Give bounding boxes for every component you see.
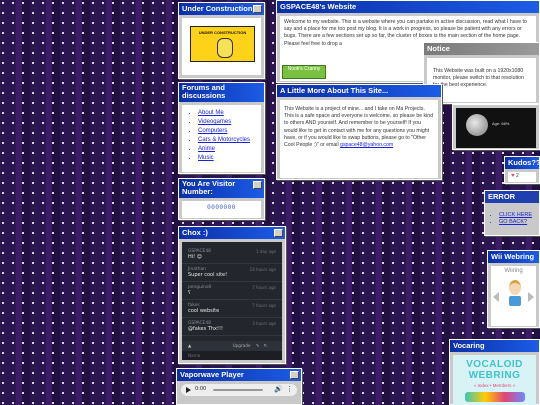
wii-webring-window: Wii Webring Wiiring	[487, 250, 540, 328]
visitor-panel: 0000000	[182, 201, 261, 218]
message-text: ʕ	[188, 290, 191, 296]
forum-link[interactable]: Computers	[198, 127, 257, 136]
close-icon[interactable]	[274, 228, 283, 237]
forum-link[interactable]: Videogames	[198, 118, 257, 127]
window-title: Forums and discussions	[179, 83, 264, 102]
about-window: A Little More About This Site... This We…	[276, 84, 442, 180]
window-title: GSPACE48's Website	[277, 1, 539, 13]
chat-toolbar: ▲ Upgrade ✎ ⇱	[182, 341, 282, 351]
vocaring-window: Vocaring VOCALOID WEBRING « Index • Memb…	[449, 339, 540, 405]
chat-message: 7 hours ago fakes cool website	[182, 300, 282, 318]
vocaring-nav[interactable]: « Index • Members »	[455, 382, 534, 389]
chat-message: 18 hours ago Jinathan Super cool site!	[182, 264, 282, 282]
mii-avatar	[508, 280, 522, 306]
kudos-window: Kudos?? ♥ 2	[504, 156, 540, 184]
more-options-icon[interactable]: ⋮	[286, 385, 293, 393]
volume-icon[interactable]: 🔊	[274, 385, 283, 393]
kudos-panel: ♥ 2	[508, 172, 536, 182]
close-icon[interactable]	[253, 180, 262, 189]
message-time: 3 hours ago	[252, 321, 276, 326]
vaporwave-player-window: Vaporwave Player 0:00 🔊 ⋮	[176, 368, 302, 405]
forum-link[interactable]: Cars & Motorcycles	[198, 136, 257, 145]
window-title: Notice	[424, 43, 539, 55]
forums-panel: About MeVideogamesComputersCars & Motorc…	[182, 105, 261, 172]
next-arrow-icon[interactable]	[528, 292, 534, 302]
message-time: 1 day ago	[256, 249, 276, 254]
window-title: A Little More About This Site...	[277, 85, 441, 97]
chat-message: 3 hours ago GSPACE48 @fakes Thx!!!	[182, 318, 282, 336]
notice-panel: This Website was built on a 1920x1080 mo…	[427, 58, 536, 102]
chat-message: 1 day ago GSPACE48 Hi! 😊	[182, 246, 282, 264]
person-icon[interactable]: ▲	[188, 343, 191, 348]
message-text: cool website	[188, 308, 220, 314]
notice-text: This Website was built on a 1920x1080 mo…	[433, 68, 524, 89]
message-text: @fakes Thx!!!	[188, 326, 224, 332]
wii-header: Wiiring	[504, 268, 523, 274]
construction-sign-text: UNDER CONSTRUCTION	[198, 30, 247, 35]
forum-link[interactable]: Anime	[198, 145, 257, 154]
message-text: Super cool site!	[188, 272, 228, 278]
under-construction-window: Under Construction UNDER CONSTRUCTION	[178, 2, 265, 79]
window-title: Vocaring	[450, 340, 539, 352]
message-time: 7 hours ago	[252, 285, 276, 290]
moon-icon	[466, 114, 488, 136]
heart-icon[interactable]: ♥	[511, 173, 515, 179]
wii-panel: Wiiring	[491, 266, 536, 326]
chat-message-list: 1 day ago GSPACE48 Hi! 😊 18 hours ago Jinath…	[182, 242, 282, 336]
email-link[interactable]: gspace48@yahoo.com	[340, 142, 393, 148]
player-time: 0:00	[195, 386, 207, 392]
forum-link[interactable]: Music	[198, 154, 257, 163]
vocaloid-characters-image	[464, 392, 525, 403]
close-icon[interactable]	[253, 4, 262, 13]
chat-message: 7 hours ago penguino0 ʕ	[182, 282, 282, 300]
message-text: Hi! 😊	[188, 254, 202, 260]
construction-panel: UNDER CONSTRUCTION	[182, 18, 261, 75]
forum-link[interactable]: About Me	[198, 109, 257, 118]
window-title: Wii Webring	[488, 251, 539, 263]
window-title: Chox :)	[179, 227, 285, 239]
play-icon[interactable]	[186, 387, 191, 393]
construction-sign: UNDER CONSTRUCTION	[190, 26, 255, 62]
seek-bar[interactable]	[213, 389, 263, 391]
photo-panel: Age: 66%	[456, 108, 536, 148]
audio-player[interactable]: 0:00 🔊 ⋮	[181, 384, 297, 396]
message-time: 18 hours ago	[249, 267, 276, 272]
upgrade-link[interactable]: Upgrade	[233, 343, 251, 348]
visitor-counter: 0000000	[207, 204, 236, 211]
window-title: You Are Visitor Number:	[179, 179, 264, 198]
window-title: Kudos??	[505, 157, 539, 169]
vocaring-banner: VOCALOID WEBRING	[466, 359, 523, 381]
construction-character-icon	[217, 38, 233, 58]
error-window: ERROR CLICK HERE GO BACK?	[484, 190, 540, 236]
kudos-count: 2	[516, 173, 519, 179]
message-time: 7 hours ago	[252, 303, 276, 308]
chat-window: Chox :) 1 day ago GSPACE48 Hi! 😊 18 hours a…	[178, 226, 286, 364]
vocaring-panel: VOCALOID WEBRING « Index • Members »	[453, 355, 536, 405]
prev-arrow-icon[interactable]	[493, 292, 499, 302]
chat-panel: 1 day ago GSPACE48 Hi! 😊 18 hours ago Jinath…	[182, 242, 282, 360]
close-icon[interactable]	[290, 370, 299, 379]
chat-name-input[interactable]: Name	[182, 351, 282, 360]
window-title: Vaporwave Player	[177, 369, 301, 381]
photo-caption: Age: 66%	[492, 121, 510, 126]
window-title: Under Construction	[179, 3, 264, 15]
photo-window: Age: 66%	[452, 104, 540, 150]
mii-body	[509, 296, 521, 306]
forum-list: About MeVideogamesComputersCars & Motorc…	[186, 109, 257, 163]
click-here-link[interactable]: CLICK HERE	[499, 212, 533, 219]
go-back-link[interactable]: GO BACK?	[499, 219, 533, 226]
share-icon[interactable]: ⇱	[264, 343, 268, 348]
forums-window: Forums and discussions About MeVideogame…	[178, 82, 265, 174]
about-panel: This Website is a project of mine... and…	[280, 100, 438, 178]
error-links: CLICK HERE GO BACK?	[491, 212, 533, 226]
mii-head	[509, 280, 521, 295]
visitor-window: You Are Visitor Number: 0000000	[178, 178, 265, 220]
window-title: ERROR	[485, 191, 539, 203]
nooks-cranny-badge[interactable]: Nook's Cranny	[282, 65, 326, 79]
error-panel: CLICK HERE GO BACK?	[488, 206, 536, 234]
edit-icon[interactable]: ✎	[256, 343, 260, 348]
